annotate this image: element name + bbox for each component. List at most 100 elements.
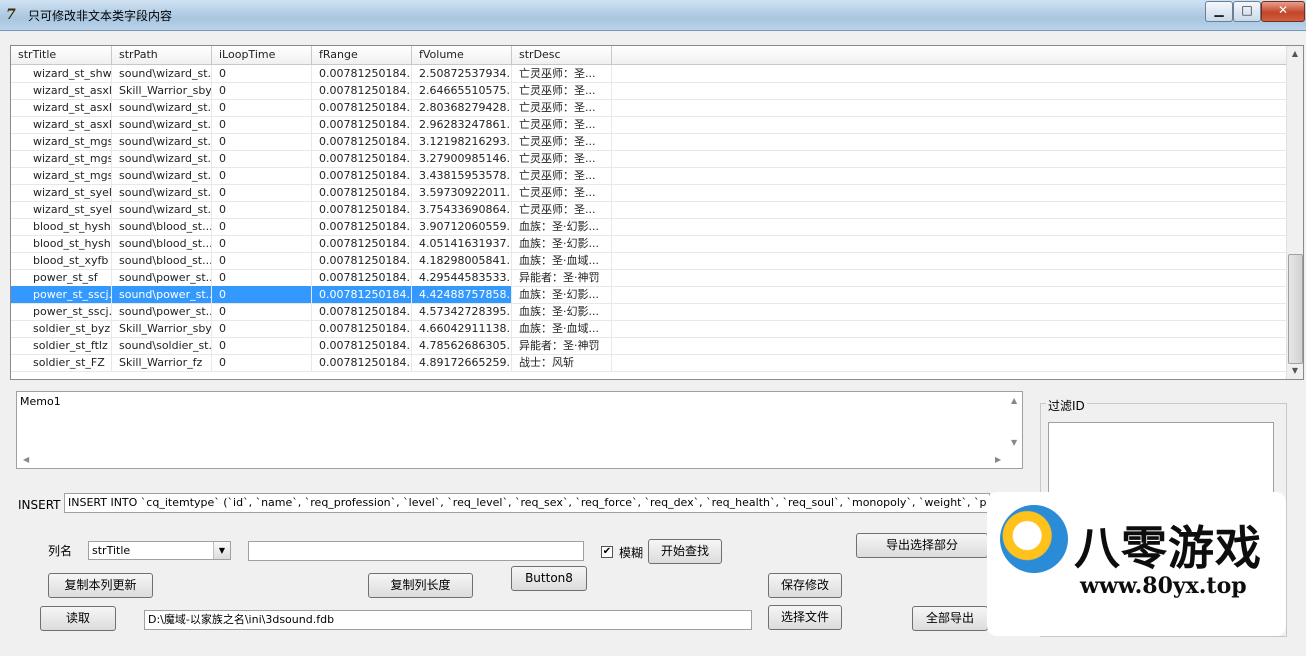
table-cell-ilooptime[interactable]: 0 [212, 286, 312, 303]
table-row[interactable]: wizard_st_asxl...Skill_Warrior_sbyz00.00… [11, 82, 1287, 100]
table-cell-fvolume[interactable]: 3.27900985146... [412, 150, 512, 167]
table-cell-fvolume[interactable]: 4.89172665259... [412, 354, 512, 371]
table-cell-ilooptime[interactable]: 0 [212, 269, 312, 286]
table-cell-ilooptime[interactable]: 0 [212, 99, 312, 116]
table-cell-frange[interactable]: 0.00781250184... [312, 184, 412, 201]
memo-scroll-up-icon[interactable]: ▲ [1011, 396, 1017, 405]
header-fvolume[interactable]: fVolume [412, 46, 512, 64]
table-cell-ilooptime[interactable]: 0 [212, 82, 312, 99]
table-cell-strpath[interactable]: Skill_Warrior_sbyz [112, 320, 212, 337]
table-cell-strpath[interactable]: sound\wizard_st... [112, 150, 212, 167]
table-cell-strpath[interactable]: sound\power_st... [112, 303, 212, 320]
table-cell-ilooptime[interactable]: 0 [212, 201, 312, 218]
table-cell-frange[interactable]: 0.00781250184... [312, 303, 412, 320]
header-strtitle[interactable]: strTitle [11, 46, 112, 64]
table-cell-frange[interactable]: 0.00781250184... [312, 354, 412, 371]
table-cell-strpath[interactable]: sound\power_st... [112, 269, 212, 286]
table-row[interactable]: wizard_st_asxl...sound\wizard_st...00.00… [11, 116, 1287, 134]
table-cell-strtitle[interactable]: wizard_st_asxl... [11, 82, 112, 99]
table-cell-frange[interactable]: 0.00781250184... [312, 337, 412, 354]
table-cell-frange[interactable]: 0.00781250184... [312, 320, 412, 337]
table-row[interactable]: blood_st_hysh...sound\blood_st...00.0078… [11, 235, 1287, 253]
table-cell-fvolume[interactable]: 3.90712060559... [412, 218, 512, 235]
memo-scroll-right-icon[interactable]: ▶ [995, 455, 1001, 464]
scroll-down-arrow-icon[interactable]: ▼ [1287, 363, 1303, 379]
table-cell-strtitle[interactable]: power_st_sscj... [11, 286, 112, 303]
fuzzy-checkbox[interactable]: ✔ [601, 546, 613, 558]
table-cell-strtitle[interactable]: blood_st_hysh... [11, 235, 112, 252]
table-cell-strtitle[interactable]: wizard_st_mgs... [11, 167, 112, 184]
table-cell-ilooptime[interactable]: 0 [212, 337, 312, 354]
table-cell-strpath[interactable]: sound\power_st... [112, 286, 212, 303]
table-cell-fvolume[interactable]: 2.80368279428... [412, 99, 512, 116]
table-cell-strdesc[interactable]: 亡灵巫师：圣... [512, 167, 612, 184]
table-cell-strdesc[interactable]: 血族：圣·血域... [512, 252, 612, 269]
table-cell-fvolume[interactable]: 4.05141631937... [412, 235, 512, 252]
table-cell-ilooptime[interactable]: 0 [212, 320, 312, 337]
chevron-down-icon[interactable]: ▼ [213, 542, 230, 559]
table-cell-strpath[interactable]: Skill_Warrior_sbyz [112, 82, 212, 99]
export-all-button[interactable]: 全部导出 [912, 606, 988, 631]
table-row[interactable]: soldier_st_FZ Skill_Warrior_fz 0 0.00781250… [11, 354, 1287, 372]
table-cell-strdesc[interactable]: 血族：圣·幻影... [512, 303, 612, 320]
table-cell-strpath[interactable]: sound\wizard_st... [112, 65, 212, 82]
table-cell-fvolume[interactable]: 4.42488757858... [412, 286, 512, 303]
table-cell-strpath[interactable]: sound\blood_st... [112, 218, 212, 235]
table-cell-strtitle[interactable]: wizard_st_syel... [11, 201, 112, 218]
table-cell-strdesc[interactable]: 亡灵巫师：圣... [512, 116, 612, 133]
table-cell-strdesc[interactable]: 亡灵巫师：圣... [512, 82, 612, 99]
table-cell-ilooptime[interactable]: 0 [212, 235, 312, 252]
table-row[interactable]: blood_st_hysh...sound\blood_st...00.0078… [11, 218, 1287, 236]
table-cell-frange[interactable]: 0.00781250184... [312, 218, 412, 235]
table-cell-strtitle[interactable]: wizard_st_shw... [11, 65, 112, 82]
table-cell-ilooptime[interactable]: 0 [212, 167, 312, 184]
table-cell-strtitle[interactable]: wizard_st_mgs... [11, 133, 112, 150]
memo-scroll-down-icon[interactable]: ▼ [1011, 438, 1017, 447]
save-changes-button[interactable]: 保存修改 [768, 573, 842, 598]
button8[interactable]: Button8 [511, 566, 587, 591]
file-path-field[interactable]: D:\魔域-以家族之名\ini\3dsound.fdb [144, 610, 752, 630]
grid-vertical-scrollbar[interactable]: ▲ ▼ [1286, 46, 1303, 379]
table-cell-ilooptime[interactable]: 0 [212, 150, 312, 167]
scroll-up-arrow-icon[interactable]: ▲ [1287, 46, 1303, 62]
table-row[interactable]: wizard_st_mgs...sound\wizard_st...00.007… [11, 167, 1287, 185]
table-row[interactable]: wizard_st_syel...sound\wizard_st...00.00… [11, 201, 1287, 219]
memo-scroll-left-icon[interactable]: ◀ [23, 455, 29, 464]
table-cell-frange[interactable]: 0.00781250184... [312, 82, 412, 99]
table-row[interactable]: power_st_sscj... sound\power_st... 0 0.0078… [11, 303, 1287, 321]
close-button[interactable]: ✕ [1261, 1, 1305, 22]
table-cell-frange[interactable]: 0.00781250184... [312, 201, 412, 218]
table-cell-strdesc[interactable]: 战士：风斩 [512, 354, 612, 371]
table-cell-fvolume[interactable]: 4.57342728395... [412, 303, 512, 320]
table-cell-strpath[interactable]: sound\wizard_st... [112, 167, 212, 184]
scroll-thumb[interactable] [1288, 254, 1303, 364]
table-cell-frange[interactable]: 0.00781250184... [312, 150, 412, 167]
table-row[interactable]: wizard_st_shw...sound\wizard_st...00.007… [11, 65, 1287, 83]
table-cell-strpath[interactable]: sound\wizard_st... [112, 201, 212, 218]
table-cell-strtitle[interactable]: soldier_st_ftlz [11, 337, 112, 354]
table-cell-frange[interactable]: 0.00781250184... [312, 286, 412, 303]
table-cell-strpath[interactable]: sound\blood_st... [112, 235, 212, 252]
table-cell-strtitle[interactable]: wizard_st_asxl... [11, 116, 112, 133]
table-cell-strtitle[interactable]: wizard_st_mgs... [11, 150, 112, 167]
table-cell-frange[interactable]: 0.00781250184... [312, 65, 412, 82]
table-cell-strtitle[interactable]: wizard_st_asxl... [11, 99, 112, 116]
table-cell-ilooptime[interactable]: 0 [212, 65, 312, 82]
table-cell-strdesc[interactable]: 血族：圣·幻影... [512, 235, 612, 252]
table-row[interactable]: soldier_st_ftlz sound\soldier_st... 0 0.007… [11, 337, 1287, 355]
table-cell-strpath[interactable]: sound\soldier_st... [112, 337, 212, 354]
table-cell-strdesc[interactable]: 血族：圣·血域... [512, 320, 612, 337]
table-cell-frange[interactable]: 0.00781250184... [312, 116, 412, 133]
table-row[interactable]: wizard_st_syel...sound\wizard_st...00.00… [11, 184, 1287, 202]
header-strpath[interactable]: strPath [112, 46, 212, 64]
table-cell-fvolume[interactable]: 2.96283247861... [412, 116, 512, 133]
table-cell-ilooptime[interactable]: 0 [212, 218, 312, 235]
table-cell-strdesc[interactable]: 血族：圣·幻影... [512, 286, 612, 303]
read-button[interactable]: 读取 [40, 606, 116, 631]
select-file-button[interactable]: 选择文件 [768, 605, 842, 630]
table-cell-fvolume[interactable]: 3.59730922011... [412, 184, 512, 201]
table-cell-strpath[interactable]: Skill_Warrior_fz [112, 354, 212, 371]
start-search-button[interactable]: 开始查找 [648, 539, 722, 564]
header-iloop-time[interactable]: iLoopTime [212, 46, 312, 64]
table-cell-fvolume[interactable]: 3.12198216293... [412, 133, 512, 150]
